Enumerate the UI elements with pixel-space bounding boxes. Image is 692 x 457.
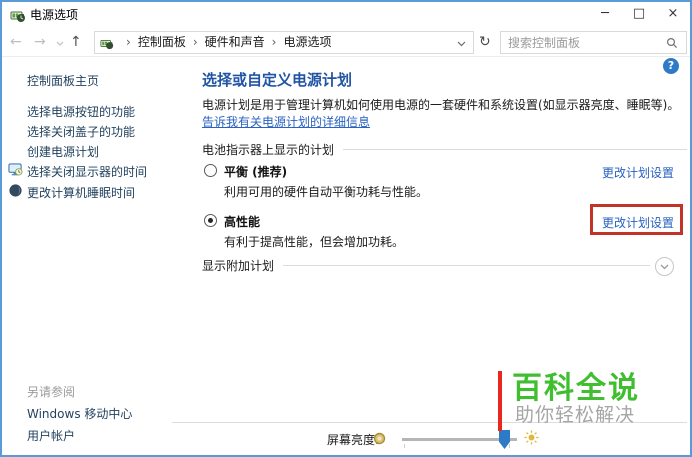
breadcrumb: › 控制面板 › 硬件和声音 › 电源选项 [119, 32, 331, 53]
sidebar-item-power-buttons[interactable]: 选择电源按钮的功能 [27, 103, 135, 120]
recent-pages-chevron-icon[interactable] [56, 41, 64, 46]
navigation-bar: ← → ↑ › 控制面板 › 硬件和声音 › 电源选项 ↻ [2, 28, 690, 57]
breadcrumb-power-options[interactable]: 电源选项 [283, 35, 331, 49]
battery-plans-section: 电池指示器上显示的计划 [202, 142, 687, 157]
breadcrumb-separator: › [271, 35, 277, 49]
sleep-time-icon [9, 184, 22, 197]
brightness-low-icon [373, 432, 386, 445]
sidebar-item-user-accounts[interactable]: 用户帐户 [27, 427, 75, 444]
brightness-high-icon [524, 430, 539, 445]
refresh-icon[interactable]: ↻ [479, 28, 491, 56]
title-bar: 电源选项 ─ □ × [2, 2, 690, 28]
close-button[interactable]: × [656, 2, 690, 28]
breadcrumb-hardware-sound[interactable]: 硬件和声音 [205, 35, 265, 49]
search-icon[interactable] [666, 37, 678, 49]
change-plan-settings-link-high-performance[interactable]: 更改计划设置 [602, 214, 674, 231]
power-options-icon [10, 11, 25, 22]
watermark-subtitle: 助你轻松解决 [515, 404, 636, 426]
up-icon[interactable]: ↑ [70, 28, 82, 56]
breadcrumb-separator: › [192, 35, 198, 49]
sidebar-item-mobility-center[interactable]: Windows 移动中心 [27, 405, 132, 422]
slider-tick [404, 444, 405, 448]
radio-balanced[interactable] [204, 164, 217, 177]
plan-high-performance-description: 有利于提高性能，但会增加功耗。 [224, 235, 405, 249]
display-off-time-icon [8, 163, 23, 176]
search-box [500, 31, 687, 54]
page-description: 电源计划是用于管理计算机如何使用电源的一套硬件和系统设置(如显示器亮度、睡眠等)… [202, 98, 680, 129]
maximize-button[interactable]: □ [622, 2, 656, 28]
watermark-bar [498, 371, 502, 431]
sidebar-item-sleep-time[interactable]: 更改计算机睡眠时间 [27, 184, 135, 201]
section-divider [283, 265, 650, 266]
slider-tick [509, 444, 510, 448]
plan-high-performance-name[interactable]: 高性能 [224, 213, 260, 230]
change-plan-settings-link-balanced[interactable]: 更改计划设置 [602, 164, 674, 181]
learn-more-link[interactable]: 告诉我有关电源计划的详细信息 [202, 115, 370, 129]
expand-additional-plans-button[interactable] [655, 257, 674, 276]
back-icon[interactable]: ← [10, 28, 22, 56]
sidebar-item-create-plan[interactable]: 创建电源计划 [27, 143, 99, 160]
sidebar-item-control-panel-home[interactable]: 控制面板主页 [27, 72, 99, 89]
sidebar-item-lid-close[interactable]: 选择关闭盖子的功能 [27, 123, 135, 140]
page-title: 选择或自定义电源计划 [202, 71, 353, 89]
plan-balanced-description: 利用可用的硬件自动平衡功耗与性能。 [224, 185, 429, 199]
window-title: 电源选项 [30, 8, 79, 22]
plan-balanced-name[interactable]: 平衡 (推荐) [224, 163, 287, 180]
breadcrumb-separator: › [126, 35, 131, 49]
section-divider [343, 149, 687, 150]
power-options-window: 电源选项 ─ □ × ← → ↑ › 控制面板 › 硬件和声音 › 电源选项 ↻… [0, 0, 692, 457]
power-options-breadcrumb-icon [100, 39, 114, 50]
battery-plans-label: 电池指示器上显示的计划 [202, 143, 335, 157]
search-input[interactable] [508, 33, 658, 52]
additional-plans-section: 显示附加计划 [202, 258, 650, 273]
chevron-down-icon [660, 264, 669, 270]
forward-icon[interactable]: → [34, 28, 46, 56]
address-dropdown-chevron-icon[interactable] [457, 41, 466, 47]
screen-brightness-label: 屏幕亮度: [327, 433, 380, 447]
sidebar-item-display-off-time[interactable]: 选择关闭显示器的时间 [27, 163, 147, 180]
additional-plans-label: 显示附加计划 [202, 259, 275, 273]
breadcrumb-control-panel[interactable]: 控制面板 [138, 35, 186, 49]
help-icon[interactable]: ? [663, 58, 679, 74]
see-also-header: 另请参阅 [27, 385, 76, 399]
address-bar[interactable]: › 控制面板 › 硬件和声音 › 电源选项 [94, 31, 474, 54]
radio-high-performance[interactable] [204, 214, 217, 227]
minimize-button[interactable]: ─ [588, 2, 622, 28]
